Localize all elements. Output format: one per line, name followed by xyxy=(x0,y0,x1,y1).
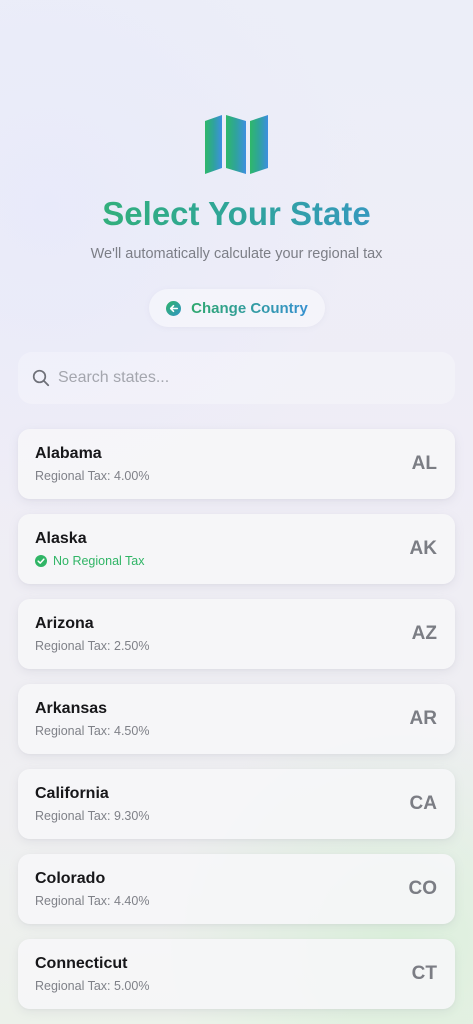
search-bar[interactable] xyxy=(18,352,455,404)
state-tax: Regional Tax: 4.50% xyxy=(35,724,150,738)
state-tax: Regional Tax: 4.00% xyxy=(35,469,150,483)
state-name: Alabama xyxy=(35,445,102,462)
state-tax: Regional Tax: 2.50% xyxy=(35,639,150,653)
state-tax: Regional Tax: 9.30% xyxy=(35,809,150,823)
no-tax-badge: No Regional Tax xyxy=(35,554,145,568)
state-name: Connecticut xyxy=(35,955,128,972)
search-icon xyxy=(32,369,50,387)
arrow-left-circle-icon xyxy=(166,300,182,316)
state-abbreviation: AZ xyxy=(411,623,437,644)
page-title: Select Your State xyxy=(0,194,473,234)
state-list: Alabama Regional Tax: 4.00% AL Alaska No… xyxy=(18,429,455,1024)
state-row-california[interactable]: California Regional Tax: 9.30% CA xyxy=(18,769,455,839)
state-row-arkansas[interactable]: Arkansas Regional Tax: 4.50% AR xyxy=(18,684,455,754)
state-row-connecticut[interactable]: Connecticut Regional Tax: 5.00% CT xyxy=(18,939,455,1009)
state-abbreviation: CA xyxy=(409,793,437,814)
state-tax: Regional Tax: 4.40% xyxy=(35,894,150,908)
state-tax: No Regional Tax xyxy=(53,554,145,568)
state-abbreviation: AR xyxy=(409,708,437,729)
state-abbreviation: CO xyxy=(408,878,438,899)
change-country-button[interactable]: Change Country xyxy=(149,289,325,327)
state-tax: Regional Tax: 5.00% xyxy=(35,979,150,993)
page-subtitle: We'll automatically calculate your regio… xyxy=(90,246,383,262)
state-row-alabama[interactable]: Alabama Regional Tax: 4.00% AL xyxy=(18,429,455,499)
state-name: Alaska xyxy=(35,530,87,547)
state-row-arizona[interactable]: Arizona Regional Tax: 2.50% AZ xyxy=(18,599,455,669)
state-abbreviation: CT xyxy=(411,963,437,984)
state-abbreviation: AL xyxy=(411,453,437,474)
map-icon xyxy=(205,115,268,174)
state-name: Colorado xyxy=(35,870,106,887)
check-circle-icon xyxy=(35,555,47,567)
change-country-label: Change Country xyxy=(191,299,308,317)
state-name: California xyxy=(35,785,109,802)
state-abbreviation: AK xyxy=(409,538,437,559)
search-input[interactable] xyxy=(58,352,438,404)
state-name: Arkansas xyxy=(35,700,108,717)
state-name: Arizona xyxy=(35,615,94,632)
state-row-alaska[interactable]: Alaska No Regional Tax AK xyxy=(18,514,455,584)
state-row-colorado[interactable]: Colorado Regional Tax: 4.40% CO xyxy=(18,854,455,924)
